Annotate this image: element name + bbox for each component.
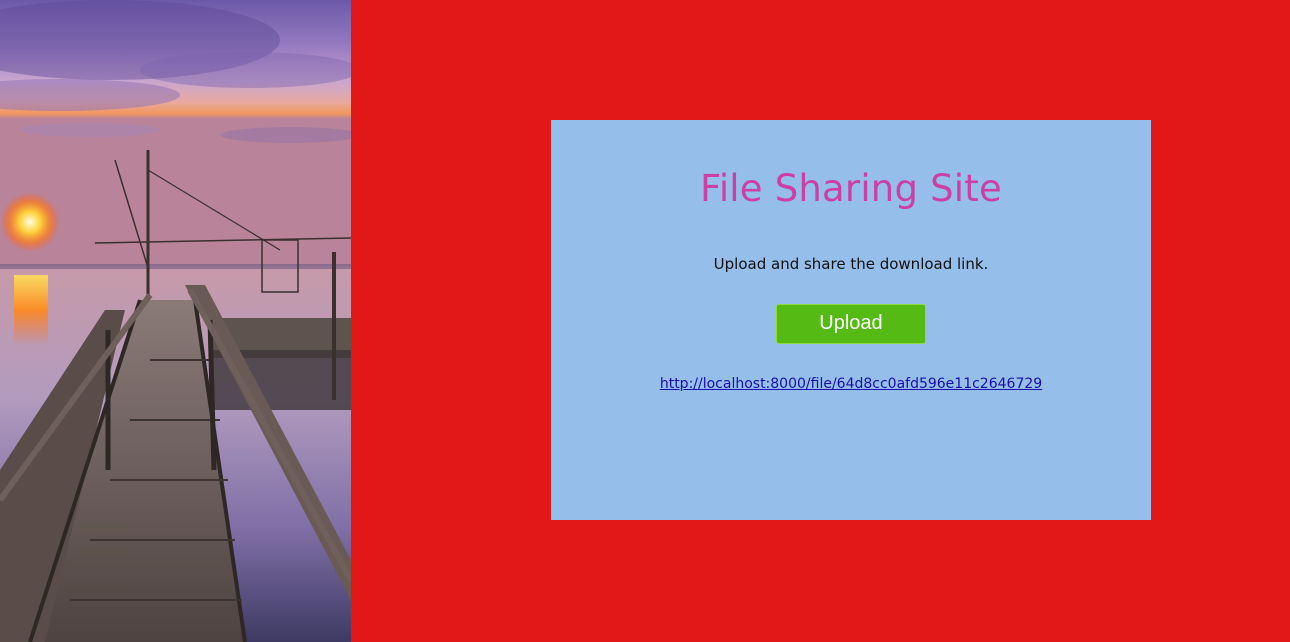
page: File Sharing Site Upload and share the d… bbox=[0, 0, 1290, 642]
card-subtitle: Upload and share the download link. bbox=[713, 255, 989, 273]
download-link[interactable]: http://localhost:8000/file/64d8cc0afd596… bbox=[551, 376, 1151, 392]
upload-card: File Sharing Site Upload and share the d… bbox=[551, 120, 1151, 520]
hero-image bbox=[0, 0, 351, 642]
upload-button[interactable]: Upload bbox=[776, 304, 926, 344]
page-title: File Sharing Site bbox=[700, 167, 1002, 210]
